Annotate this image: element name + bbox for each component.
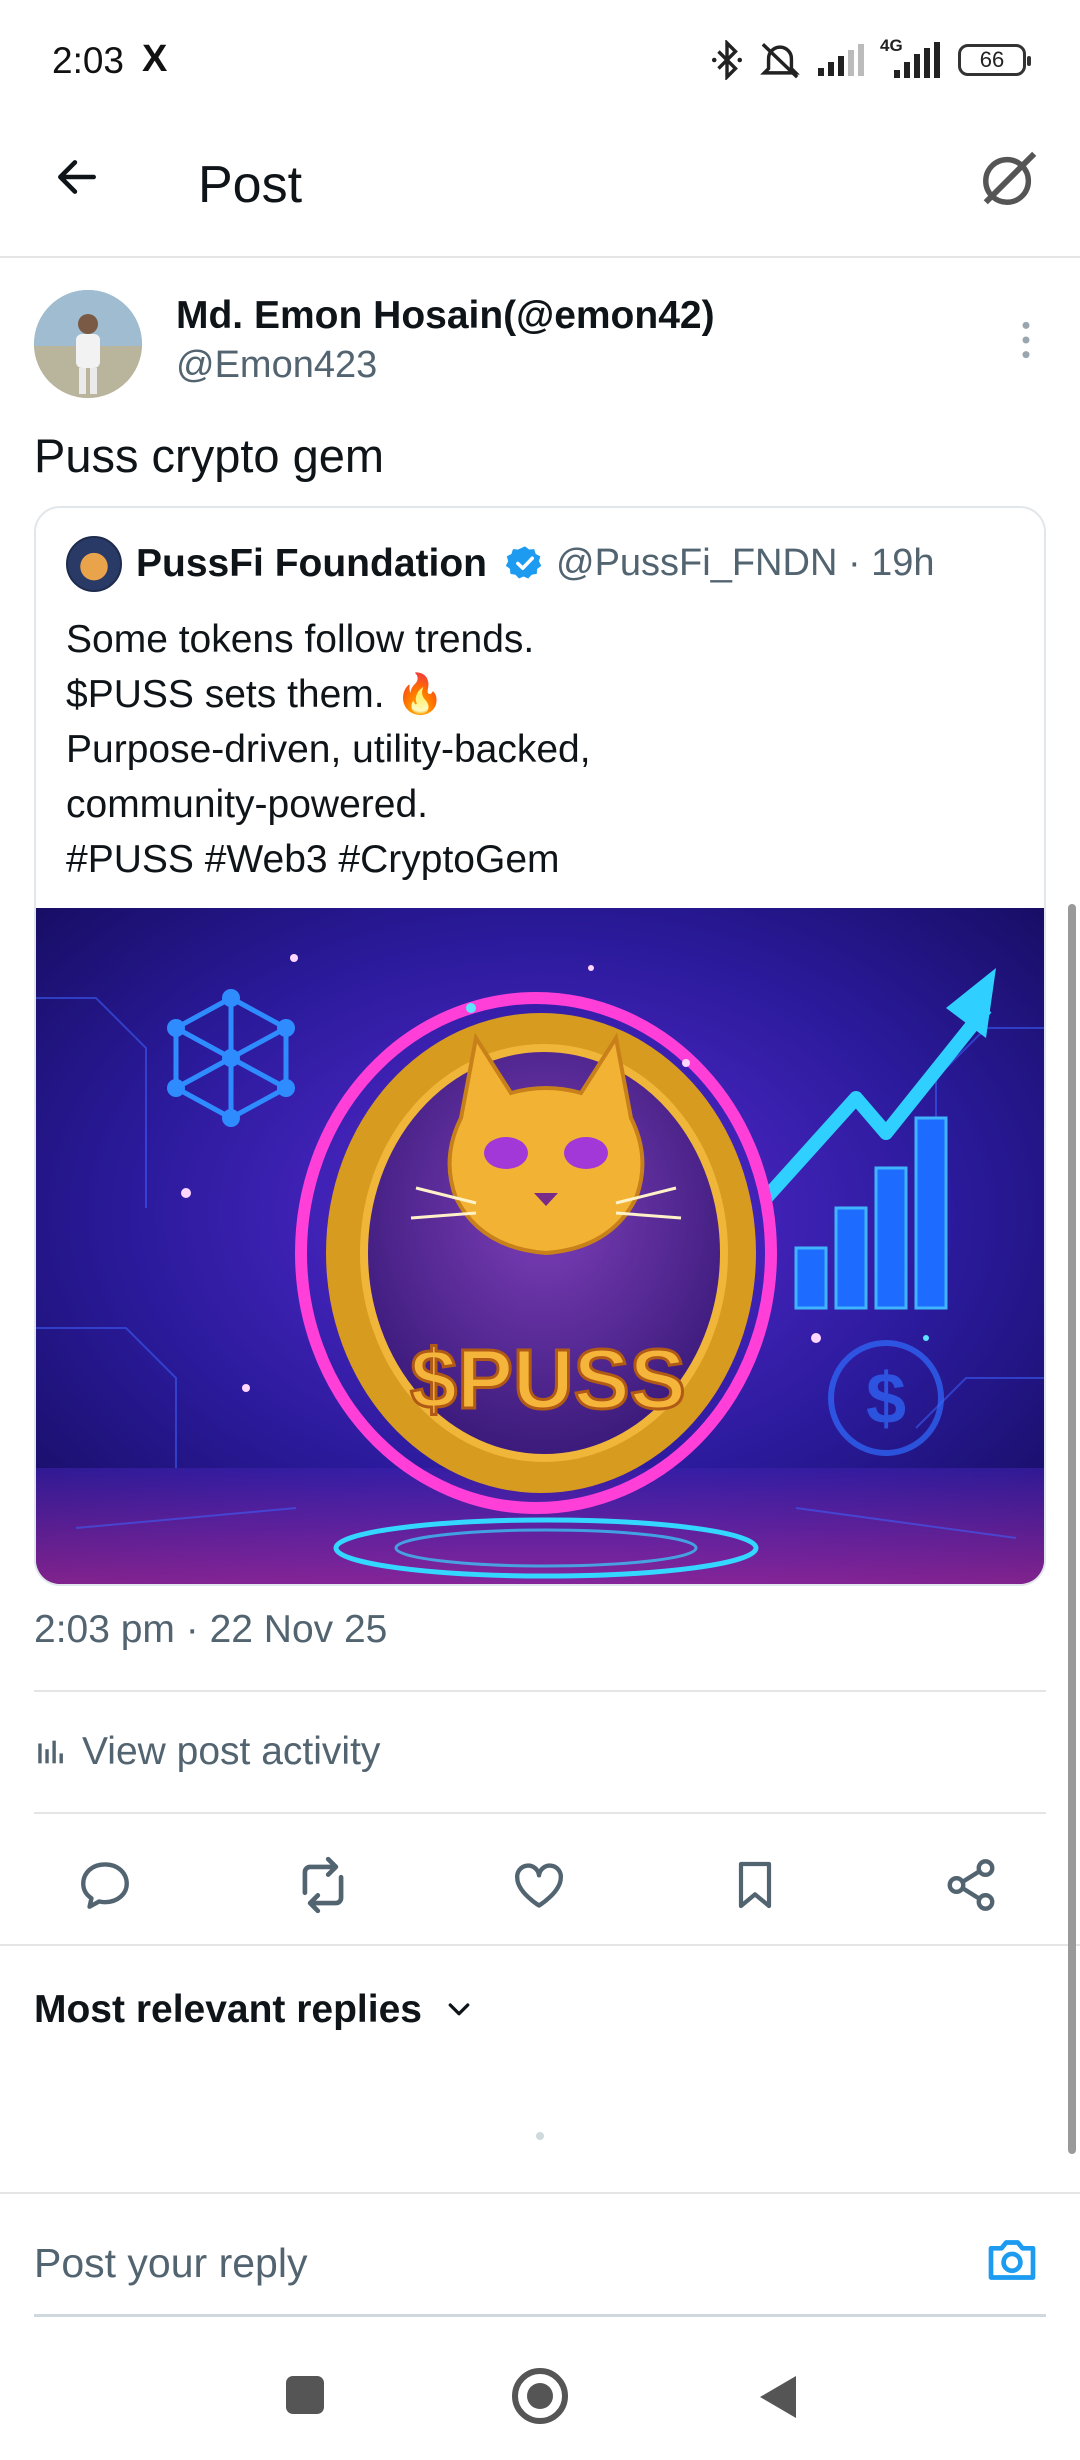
quoted-handle-time: @PussFi_FNDN · 19h xyxy=(556,542,935,584)
more-options-button[interactable] xyxy=(1012,318,1040,367)
analytics-icon xyxy=(38,1740,63,1764)
quoted-author-name[interactable]: PussFi Foundation xyxy=(136,542,487,586)
arrow-left-icon xyxy=(58,160,96,194)
header-divider xyxy=(0,256,1080,258)
repost-icon xyxy=(302,1856,344,1914)
bookmark-button[interactable] xyxy=(720,1850,790,1920)
like-icon xyxy=(515,1863,563,1908)
post-text: Puss crypto gem xyxy=(34,429,385,482)
quoted-line: Some tokens follow trends. xyxy=(66,618,535,661)
triangle-back-icon xyxy=(760,2376,796,2418)
chevron-down-icon xyxy=(448,2003,470,2016)
divider xyxy=(0,2192,1080,2194)
share-button[interactable] xyxy=(936,1850,1006,1920)
grok-button[interactable] xyxy=(978,148,1040,215)
reply-icon xyxy=(81,1862,129,1909)
author-name[interactable]: Md. Emon Hosain(@emon42) xyxy=(176,294,715,338)
divider xyxy=(34,1690,1046,1692)
more-vertical-icon xyxy=(1022,321,1030,359)
reply-input-underline xyxy=(34,2314,1046,2317)
status-time: 2:03 xyxy=(52,40,125,81)
reply-input[interactable]: Post your reply xyxy=(34,2240,307,2287)
bookmark-icon xyxy=(738,1861,772,1909)
image-caption: $PUSS xyxy=(410,1332,685,1426)
home-button[interactable] xyxy=(512,2368,568,2424)
post-timestamp[interactable]: 2:03 pm · 22 Nov 25 xyxy=(34,1608,387,1652)
camera-icon xyxy=(988,2240,1036,2280)
quoted-post-image[interactable]: $ $PUSS xyxy=(36,908,1044,1584)
nav-back-button[interactable] xyxy=(756,2372,800,2427)
replies-sort-label: Most relevant replies xyxy=(34,1988,422,2031)
like-button[interactable] xyxy=(504,1850,574,1920)
battery-icon: 66 xyxy=(958,44,1031,76)
recent-apps-button[interactable] xyxy=(286,2376,324,2414)
share-icon xyxy=(947,1859,995,1911)
reply-button[interactable] xyxy=(70,1850,140,1920)
quoted-line: Purpose-driven, utility-backed, xyxy=(66,728,591,771)
quoted-line: $PUSS sets them. 🔥 xyxy=(66,673,445,716)
camera-button[interactable] xyxy=(984,2232,1040,2293)
bell-muted-icon xyxy=(760,43,800,79)
status-icons: 4G 66 xyxy=(710,36,1031,80)
view-post-activity-button[interactable]: View post activity xyxy=(34,1730,380,1774)
replies-sort-dropdown[interactable]: Most relevant replies xyxy=(34,1988,474,2032)
divider xyxy=(34,1812,1046,1814)
back-button[interactable] xyxy=(52,152,102,207)
quoted-line: #PUSS #Web3 #CryptoGem xyxy=(66,838,560,881)
repost-button[interactable] xyxy=(288,1850,358,1920)
bluetooth-icon xyxy=(711,40,743,80)
verified-badge-icon xyxy=(505,544,544,587)
loading-indicator xyxy=(536,2132,544,2140)
home-dot xyxy=(527,2383,553,2409)
avatar[interactable] xyxy=(34,290,142,398)
signal-icon xyxy=(818,44,864,76)
signal-4g-icon: 4G xyxy=(880,36,944,80)
page-title: Post xyxy=(198,156,303,214)
view-post-activity-label: View post activity xyxy=(82,1730,381,1773)
quoted-post-text: Some tokens follow trends. $PUSS sets th… xyxy=(66,612,591,887)
quoted-line: community-powered. xyxy=(66,783,428,826)
quoted-post-card[interactable]: PussFi Foundation @PussFi_FNDN · 19h Som… xyxy=(34,506,1046,1586)
quoted-avatar[interactable] xyxy=(66,536,122,592)
svg-text:$: $ xyxy=(866,1359,906,1439)
scrollbar[interactable] xyxy=(1068,904,1076,2154)
divider xyxy=(0,1944,1080,1946)
author-handle[interactable]: @Emon423 xyxy=(176,344,377,387)
grok-icon xyxy=(983,151,1037,205)
x-app-icon: X xyxy=(142,38,168,80)
